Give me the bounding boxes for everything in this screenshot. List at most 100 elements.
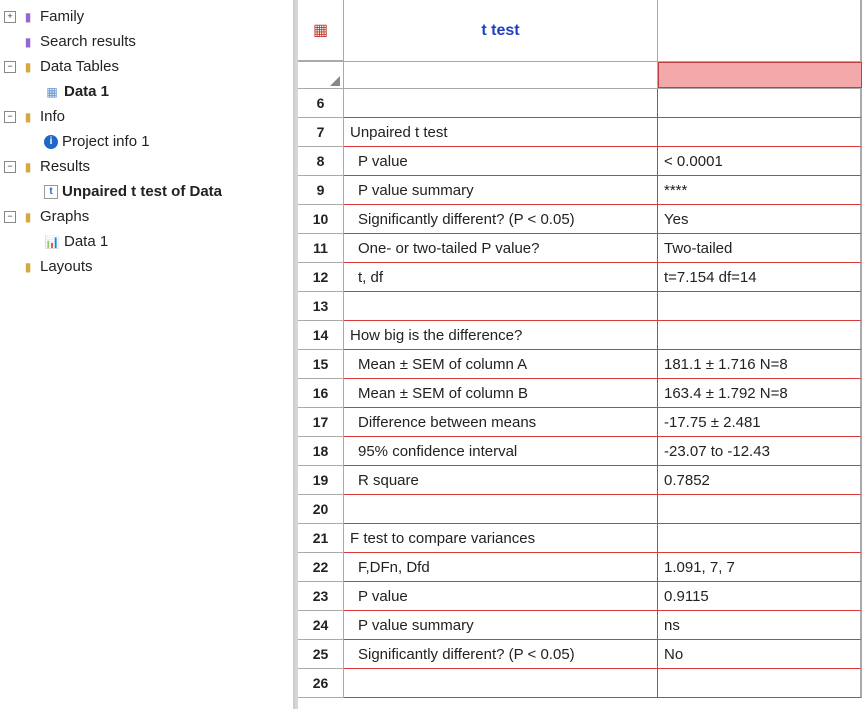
table-row[interactable]: 24P value summaryns [298,611,862,640]
table-row[interactable]: 8P value< 0.0001 [298,147,862,176]
row-number[interactable]: 13 [298,292,344,321]
result-value-cell[interactable]: -17.75 ± 2.481 [658,408,862,437]
result-label-cell[interactable]: P value [344,147,658,176]
row-number[interactable]: 14 [298,321,344,350]
table-row[interactable]: 16Mean ± SEM of column B163.4 ± 1.792 N=… [298,379,862,408]
row-number[interactable]: 10 [298,205,344,234]
table-row[interactable]: 10Significantly different? (P < 0.05)Yes [298,205,862,234]
collapse-icon[interactable]: − [4,211,16,223]
row-number[interactable]: 22 [298,553,344,582]
row-number[interactable]: 20 [298,495,344,524]
table-row[interactable]: 17Difference between means-17.75 ± 2.481 [298,408,862,437]
result-value-cell[interactable] [658,669,862,698]
result-value-cell[interactable]: < 0.0001 [658,147,862,176]
tree-item-unpaired-ttest[interactable]: t Unpaired t test of Data [0,179,293,204]
result-label-cell[interactable] [344,495,658,524]
table-row[interactable]: 21F test to compare variances [298,524,862,553]
result-value-cell[interactable]: -23.07 to -12.43 [658,437,862,466]
result-label-cell[interactable]: How big is the difference? [344,321,658,350]
table-row[interactable]: 15Mean ± SEM of column A181.1 ± 1.716 N=… [298,350,862,379]
row-number[interactable]: 18 [298,437,344,466]
result-label-cell[interactable]: 95% confidence interval [344,437,658,466]
row-number[interactable]: 24 [298,611,344,640]
row-number[interactable]: 8 [298,147,344,176]
result-value-cell[interactable] [658,321,862,350]
row-number[interactable]: 19 [298,466,344,495]
select-all-corner[interactable] [298,62,344,88]
row-number[interactable]: 21 [298,524,344,553]
row-number[interactable]: 6 [298,89,344,118]
table-row[interactable]: 12t, dft=7.154 df=14 [298,263,862,292]
tree-item-search-results[interactable]: ▮ Search results [0,29,293,54]
table-row[interactable]: 9P value summary**** [298,176,862,205]
tree-item-results[interactable]: − ▮ Results [0,154,293,179]
tree-item-info[interactable]: − ▮ Info [0,104,293,129]
result-label-cell[interactable]: Significantly different? (P < 0.05) [344,205,658,234]
table-row[interactable]: 19R square0.7852 [298,466,862,495]
tree-item-family[interactable]: + ▮ Family [0,4,293,29]
result-label-cell[interactable]: R square [344,466,658,495]
result-label-cell[interactable]: One- or two-tailed P value? [344,234,658,263]
result-value-cell[interactable] [658,495,862,524]
result-label-cell[interactable]: Significantly different? (P < 0.05) [344,640,658,669]
table-row[interactable]: 6 [298,89,862,118]
result-label-cell[interactable]: Mean ± SEM of column A [344,350,658,379]
table-row[interactable]: 1895% confidence interval-23.07 to -12.4… [298,437,862,466]
result-value-cell[interactable]: 1.091, 7, 7 [658,553,862,582]
collapse-icon[interactable]: − [4,61,16,73]
row-number[interactable]: 7 [298,118,344,147]
result-value-cell[interactable]: ns [658,611,862,640]
result-label-cell[interactable]: t, df [344,263,658,292]
table-row[interactable]: 7Unpaired t test [298,118,862,147]
tree-item-project-info[interactable]: i Project info 1 [0,129,293,154]
tree-item-graph-data-1[interactable]: 📊 Data 1 [0,229,293,254]
row-number[interactable]: 23 [298,582,344,611]
collapse-icon[interactable]: − [4,161,16,173]
result-value-cell[interactable]: Yes [658,205,862,234]
column-header-b-selected[interactable] [658,62,862,88]
table-row[interactable]: 22F,DFn, Dfd1.091, 7, 7 [298,553,862,582]
tree-item-layouts[interactable]: ▮ Layouts [0,254,293,279]
expand-icon[interactable]: + [4,11,16,23]
result-value-cell[interactable]: Two-tailed [658,234,862,263]
row-number[interactable]: 11 [298,234,344,263]
table-row[interactable]: 23P value0.9115 [298,582,862,611]
result-value-cell[interactable]: 181.1 ± 1.716 N=8 [658,350,862,379]
row-number[interactable]: 12 [298,263,344,292]
result-label-cell[interactable] [344,292,658,321]
table-row[interactable]: 25Significantly different? (P < 0.05)No [298,640,862,669]
result-value-cell[interactable] [658,524,862,553]
result-value-cell[interactable]: 0.9115 [658,582,862,611]
result-label-cell[interactable]: F,DFn, Dfd [344,553,658,582]
column-header-a[interactable] [344,62,658,88]
result-label-cell[interactable]: P value summary [344,611,658,640]
result-value-cell[interactable] [658,89,862,118]
sheet-corner-icon-cell[interactable]: ▦ [298,0,344,61]
result-value-cell[interactable] [658,118,862,147]
table-row[interactable]: 14How big is the difference? [298,321,862,350]
result-value-cell[interactable]: **** [658,176,862,205]
result-value-cell[interactable]: 0.7852 [658,466,862,495]
table-row[interactable]: 11One- or two-tailed P value?Two-tailed [298,234,862,263]
result-label-cell[interactable]: P value summary [344,176,658,205]
result-label-cell[interactable]: F test to compare variances [344,524,658,553]
result-value-cell[interactable]: t=7.154 df=14 [658,263,862,292]
collapse-icon[interactable]: − [4,111,16,123]
tree-item-data-tables[interactable]: − ▮ Data Tables [0,54,293,79]
results-grid[interactable]: 67Unpaired t test8P value< 0.00019P valu… [298,89,862,709]
result-value-cell[interactable] [658,292,862,321]
tree-item-graphs[interactable]: − ▮ Graphs [0,204,293,229]
result-label-cell[interactable]: Unpaired t test [344,118,658,147]
row-number[interactable]: 25 [298,640,344,669]
row-number[interactable]: 17 [298,408,344,437]
tree-item-data-1[interactable]: ▦ Data 1 [0,79,293,104]
table-row[interactable]: 20 [298,495,862,524]
result-label-cell[interactable] [344,89,658,118]
result-label-cell[interactable]: Difference between means [344,408,658,437]
result-label-cell[interactable] [344,669,658,698]
row-number[interactable]: 26 [298,669,344,698]
row-number[interactable]: 9 [298,176,344,205]
table-row[interactable]: 26 [298,669,862,698]
result-label-cell[interactable]: Mean ± SEM of column B [344,379,658,408]
table-row[interactable]: 13 [298,292,862,321]
